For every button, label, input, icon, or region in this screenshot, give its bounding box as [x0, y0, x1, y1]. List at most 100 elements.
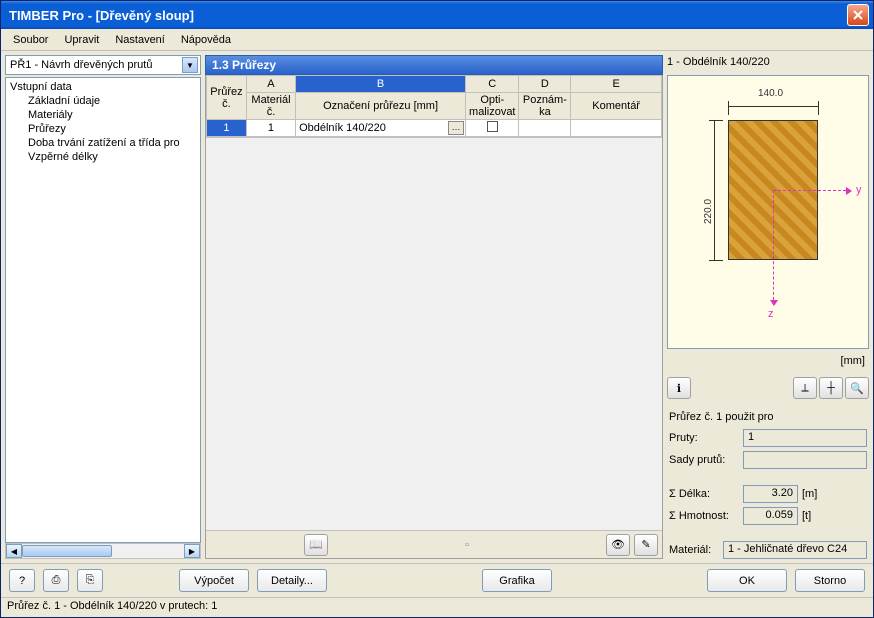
eye-icon: 👁 [611, 538, 625, 551]
graphics-button[interactable]: Grafika [482, 569, 552, 592]
length-field: 3.20 [743, 485, 798, 503]
status-bar: Průřez č. 1 - Obdélník 140/220 v prutech… [1, 597, 873, 617]
close-button[interactable] [847, 4, 869, 26]
dim-width: 140.0 [758, 88, 783, 99]
app-window: TIMBER Pro - [Dřevěný sloup] Soubor Upra… [0, 0, 874, 618]
col-letter-a: A [246, 76, 295, 93]
tool-btn-2[interactable]: ┼ [819, 377, 843, 399]
length-unit: [m] [802, 488, 822, 500]
scroll-left-icon[interactable]: ◀ [6, 544, 22, 558]
book-icon: 📖 [309, 538, 323, 551]
col-letter-c: C [466, 76, 519, 93]
nav-tree[interactable]: Vstupní data Základní údaje Materiály Pr… [5, 77, 201, 543]
col-letter-e: E [571, 76, 662, 93]
menu-edit[interactable]: Upravit [56, 32, 107, 48]
calculate-button[interactable]: Výpočet [179, 569, 249, 592]
tree-item-basic-data[interactable]: Základní údaje [8, 94, 198, 108]
chevron-down-icon: ▼ [182, 57, 198, 73]
col-letter-d: D [519, 76, 571, 93]
case-combobox[interactable]: PŘ1 - Návrh dřevěných prutů ▼ [5, 55, 201, 75]
used-for-label: Průřez č. 1 použit pro [667, 407, 869, 425]
cell-material[interactable]: 1 [246, 120, 295, 137]
material-field[interactable]: 1 - Jehličnaté dřevo C24 [723, 541, 867, 559]
sections-table[interactable]: Průřez č. A B C D E Materiál č. Označení… [206, 75, 662, 137]
tree-root[interactable]: Vstupní data [8, 80, 198, 94]
menu-bar: Soubor Upravit Nastavení Nápověda [1, 29, 873, 51]
window-title: TIMBER Pro - [Dřevěný sloup] [5, 8, 847, 23]
picker-icon: ✎ [641, 538, 650, 551]
col-header-note: Poznám- ka [519, 93, 571, 120]
scroll-thumb[interactable] [22, 545, 112, 557]
pruty-label: Pruty: [669, 432, 739, 444]
tree-item-sections[interactable]: Průřezy [8, 122, 198, 136]
help-button[interactable]: ? [9, 569, 35, 592]
mass-field: 0.059 [743, 507, 798, 525]
tree-item-buckling-lengths[interactable]: Vzpěrné délky [8, 150, 198, 164]
scroll-right-icon[interactable]: ▶ [184, 544, 200, 558]
table-row[interactable]: 1 1 Obdélník 140/220 … [207, 120, 662, 137]
dot-icon: ▫ [465, 539, 469, 551]
axis-y-line [773, 190, 851, 191]
tool-icon-2: ┼ [827, 382, 835, 394]
col-header-comment: Komentář [571, 93, 662, 120]
scroll-track[interactable] [22, 544, 184, 558]
info-icon: ℹ [677, 382, 681, 395]
pruty-field[interactable]: 1 [743, 429, 867, 447]
tool-btn-3[interactable]: 🔍 [845, 377, 869, 399]
cell-comment[interactable] [571, 120, 662, 137]
grid-empty-area [206, 137, 662, 530]
grid-wrapper: Průřez č. A B C D E Materiál č. Označení… [205, 75, 663, 559]
material-label: Materiál: [669, 544, 719, 556]
sady-field[interactable] [743, 451, 867, 469]
sady-label: Sady prutů: [669, 454, 739, 466]
menu-file[interactable]: Soubor [5, 32, 56, 48]
export-button-2[interactable]: ⎘ [77, 569, 103, 592]
col-header-label: Označení průřezu [mm] [296, 93, 466, 120]
menu-help[interactable]: Nápověda [173, 32, 239, 48]
view-button[interactable]: 👁 [606, 534, 630, 556]
tree-item-materials[interactable]: Materiály [8, 108, 198, 122]
row-number[interactable]: 1 [207, 120, 247, 137]
export-button-1[interactable]: ⎙ [43, 569, 69, 592]
ok-button[interactable]: OK [707, 569, 787, 592]
bottom-bar: ? ⎙ ⎘ Výpočet Detaily... Grafika OK Stor… [1, 563, 873, 597]
details-button[interactable]: Detaily... [257, 569, 327, 592]
help-icon: ? [19, 575, 25, 587]
menu-settings[interactable]: Nastavení [107, 32, 173, 48]
ellipsis-button[interactable]: … [448, 121, 464, 135]
checkbox-icon[interactable] [487, 121, 498, 132]
preview-title: 1 - Obdélník 140/220 [667, 55, 869, 71]
mass-label: Σ Hmotnost: [669, 510, 739, 522]
pick-button[interactable]: ✎ [634, 534, 658, 556]
center-panel: 1.3 Průřezy Průřez č. A B C D E Materiál… [205, 55, 663, 559]
titlebar: TIMBER Pro - [Dřevěný sloup] [1, 1, 873, 29]
dim-line-left [714, 120, 715, 260]
info-button[interactable]: ℹ [667, 377, 691, 399]
case-combobox-text: PŘ1 - Návrh dřevěných prutů [8, 59, 182, 71]
axis-y-label: y [856, 184, 862, 196]
tree-item-load-duration[interactable]: Doba trvání zatížení a třída pro [8, 136, 198, 150]
col-letter-b: B [296, 76, 466, 93]
section-title: 1.3 Průřezy [205, 55, 663, 75]
cancel-button[interactable]: Storno [795, 569, 865, 592]
cell-section-label-text: Obdélník 140/220 [299, 122, 386, 134]
dim-height: 220.0 [703, 199, 714, 224]
axis-z-line [773, 190, 774, 305]
cell-section-label[interactable]: Obdélník 140/220 … [296, 120, 466, 137]
tree-h-scrollbar[interactable]: ◀ ▶ [5, 543, 201, 559]
section-preview: 140.0 220.0 y z [667, 75, 869, 350]
export-icon-1: ⎙ [52, 574, 61, 587]
col-header-optimize: Opti- malizovat [466, 93, 519, 120]
dim-line-top [728, 106, 818, 107]
axis-z-label: z [768, 308, 774, 320]
grid-toolbar: 📖 ▫ 👁 ✎ [206, 530, 662, 558]
cell-optimize[interactable] [466, 120, 519, 137]
col-header-rownum: Průřez č. [207, 76, 247, 120]
cell-note[interactable] [519, 120, 571, 137]
mass-unit: [t] [802, 510, 822, 522]
library-button[interactable]: 📖 [304, 534, 328, 556]
left-panel: PŘ1 - Návrh dřevěných prutů ▼ Vstupní da… [5, 55, 201, 559]
tool-btn-1[interactable]: ⟂ [793, 377, 817, 399]
search-icon: 🔍 [850, 382, 864, 395]
length-label: Σ Délka: [669, 488, 739, 500]
